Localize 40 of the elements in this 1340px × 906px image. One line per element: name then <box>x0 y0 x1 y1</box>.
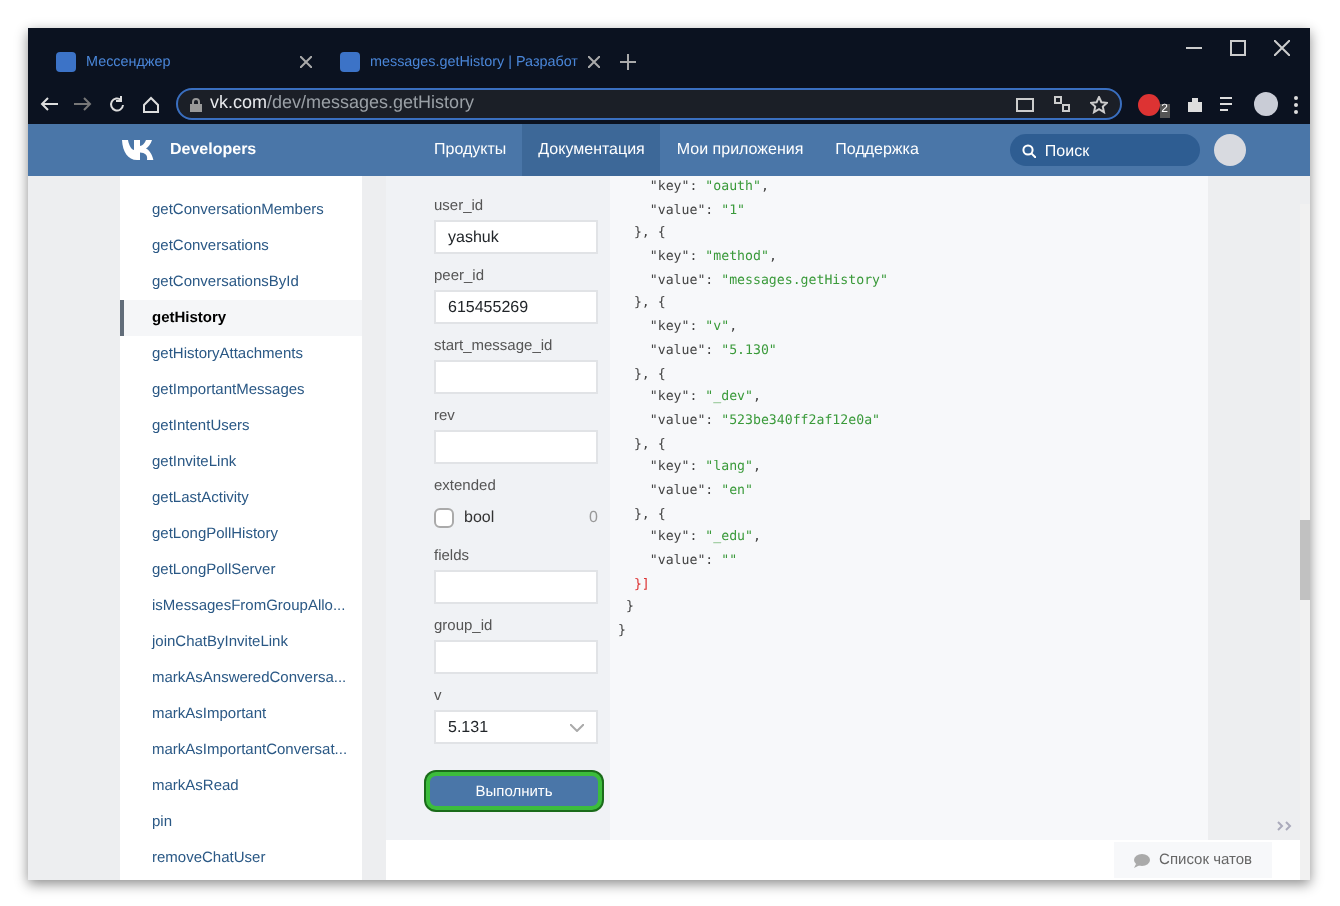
back-arrow-icon[interactable] <box>40 96 58 112</box>
favicon-icon <box>340 52 360 72</box>
nav-link[interactable]: Документация <box>522 124 661 176</box>
input-field[interactable] <box>434 570 598 604</box>
forward-arrow-icon[interactable] <box>74 96 92 112</box>
scrollbar-thumb[interactable] <box>1300 520 1310 600</box>
close-icon[interactable] <box>300 56 312 68</box>
input-field[interactable] <box>434 640 598 674</box>
star-icon[interactable] <box>1089 95 1108 113</box>
brand-name: Developers <box>170 138 259 162</box>
input-field[interactable]: 615455269 <box>434 290 598 324</box>
logo-icon[interactable] <box>122 140 158 160</box>
url-text: vk.com/dev/messages.getHistory <box>210 90 475 117</box>
checkbox-label: bool <box>464 505 495 529</box>
input-field[interactable] <box>434 360 598 394</box>
nav-link[interactable]: Продукты <box>418 124 523 176</box>
home-icon[interactable] <box>142 95 160 113</box>
playlist-icon[interactable] <box>1220 96 1238 112</box>
speech-bubble-icon <box>1133 853 1150 867</box>
reload-icon[interactable] <box>108 95 126 113</box>
extension-icon[interactable] <box>1137 93 1160 115</box>
input-field[interactable] <box>434 430 598 464</box>
nav-link[interactable]: Поддержка <box>819 124 935 176</box>
chevron-down-icon <box>570 723 584 731</box>
input-field[interactable]: yashuk <box>434 220 598 254</box>
avatar-icon[interactable] <box>1254 92 1278 116</box>
close-icon[interactable] <box>587 56 600 68</box>
plus-icon[interactable] <box>620 54 636 70</box>
close-icon[interactable] <box>1274 40 1290 56</box>
favicon-icon <box>56 52 76 72</box>
checkbox[interactable] <box>434 507 454 527</box>
maximize-icon[interactable] <box>1230 40 1246 56</box>
cast-icon[interactable] <box>1015 97 1034 111</box>
search-field[interactable]: Поиск <box>1010 134 1201 166</box>
value-count: 0 <box>589 505 598 529</box>
lock-icon <box>190 97 202 111</box>
nav-link[interactable]: Мои приложения <box>660 124 820 176</box>
select-value: 5.131 <box>448 715 489 739</box>
select-field[interactable]: 5.131 <box>434 710 598 744</box>
address-bar[interactable]: vk.com/dev/messages.getHistory <box>176 88 1122 120</box>
